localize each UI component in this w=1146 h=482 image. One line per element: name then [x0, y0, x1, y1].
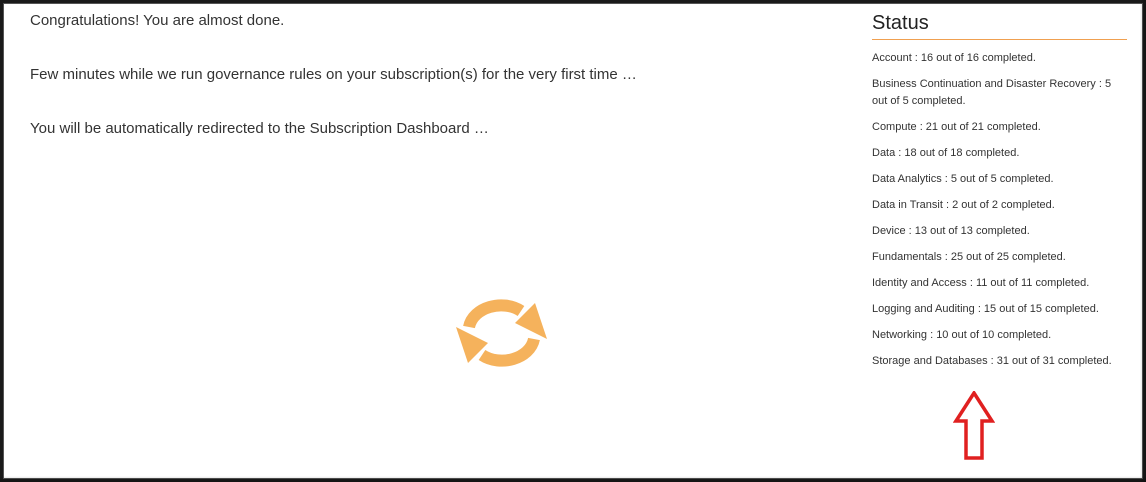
status-item: Networking : 10 out of 10 completed. — [872, 329, 1052, 341]
frame-shadow-right — [1140, 0, 1146, 482]
status-panel: Status Account : 16 out of 16 completed.… — [872, 12, 1127, 379]
status-item: Logging and Auditing : 15 out of 15 comp… — [872, 303, 1099, 315]
status-item: Storage and Databases : 31 out of 31 com… — [872, 355, 1112, 367]
status-item: Fundamentals : 25 out of 25 completed. — [872, 251, 1066, 263]
status-title: Status — [872, 12, 1127, 40]
refresh-icon — [455, 297, 548, 369]
progress-messages: Congratulations! You are almost done. Fe… — [30, 12, 810, 174]
status-item: Data in Transit : 2 out of 2 completed. — [872, 199, 1055, 211]
status-item: Identity and Access : 11 out of 11 compl… — [872, 277, 1090, 289]
status-item: Device : 13 out of 13 completed. — [872, 225, 1030, 237]
status-item: Data Analytics : 5 out of 5 completed. — [872, 173, 1054, 185]
status-item: Account : 16 out of 16 completed. — [872, 52, 1036, 64]
status-item: Business Continuation and Disaster Recov… — [872, 78, 1112, 107]
running-message: Few minutes while we run governance rule… — [30, 66, 637, 83]
redirect-message: You will be automatically redirected to … — [30, 120, 489, 137]
status-item: Compute : 21 out of 21 completed. — [872, 121, 1041, 133]
frame-shadow-bottom — [0, 476, 1146, 482]
up-arrow-icon — [952, 389, 996, 461]
congrats-message: Congratulations! You are almost done. — [30, 12, 285, 29]
status-item: Data : 18 out of 18 completed. — [872, 147, 1020, 159]
status-list: Account : 16 out of 16 completed. Busine… — [872, 40, 1127, 370]
